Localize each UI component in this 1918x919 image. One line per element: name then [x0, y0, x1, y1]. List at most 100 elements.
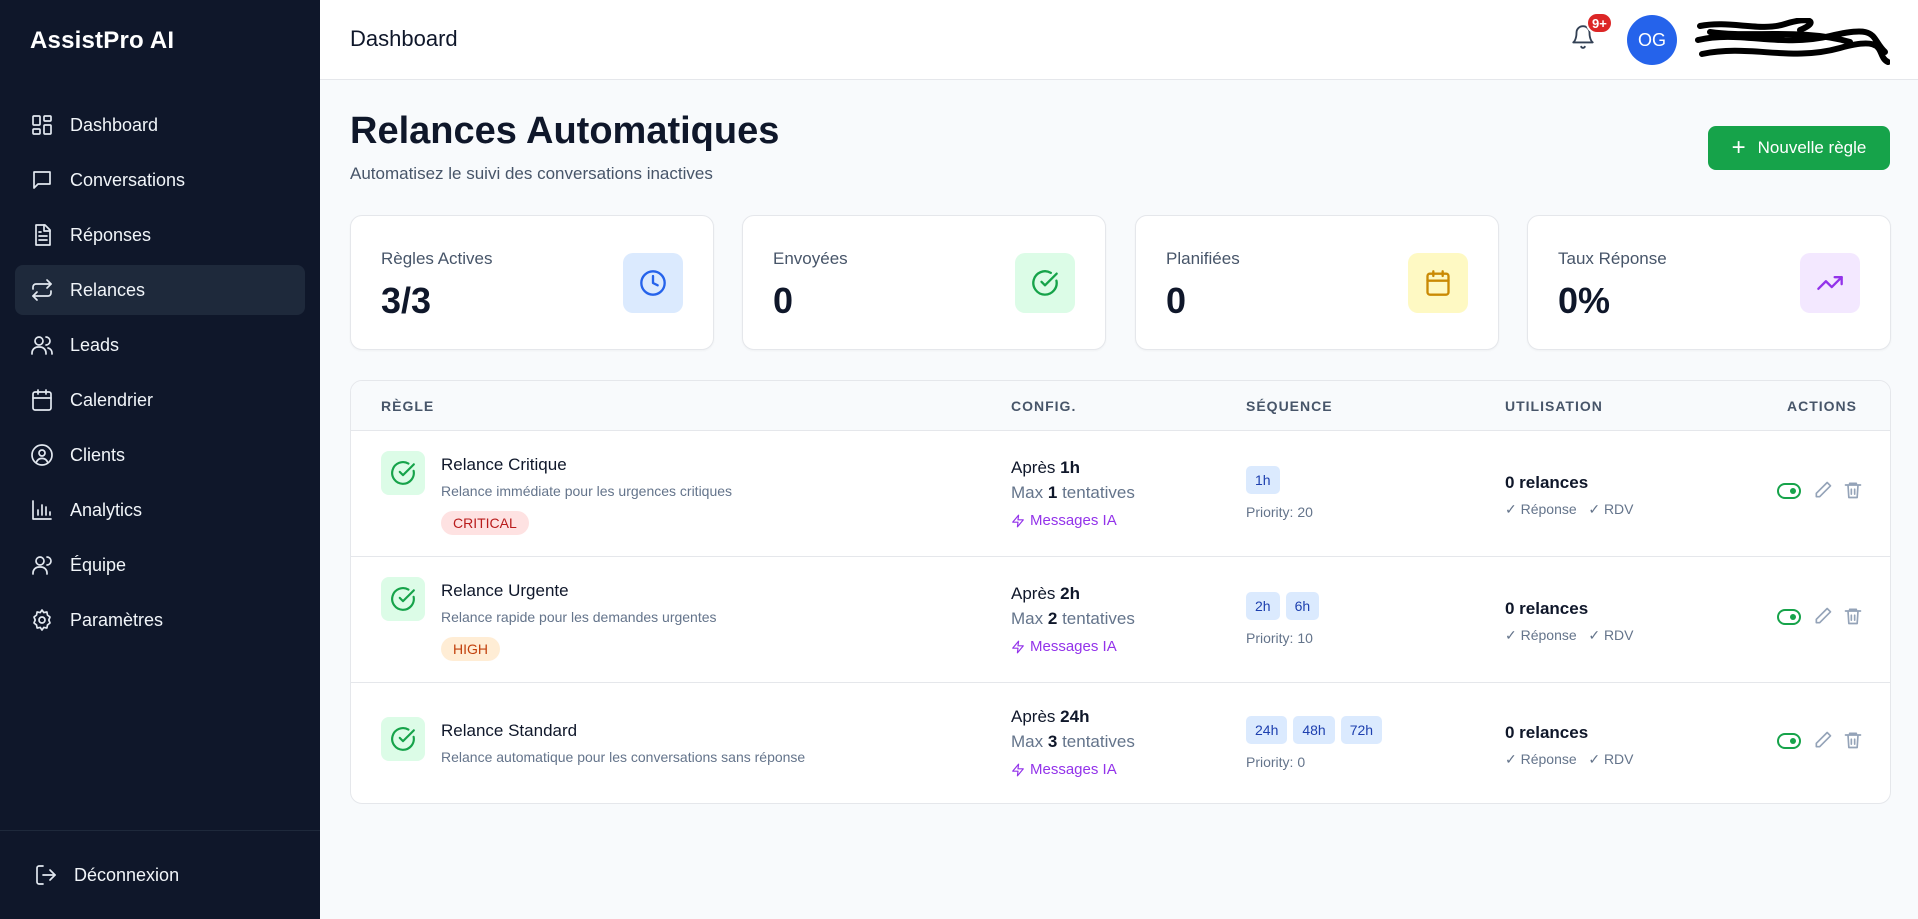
priority-tag: HIGH: [441, 637, 500, 661]
team-icon: [30, 553, 54, 577]
usage-count: 0 relances: [1505, 473, 1589, 492]
config-after: Après 24h: [1011, 707, 1090, 726]
page-subtitle: Automatisez le suivi des conversations i…: [350, 164, 713, 183]
sidebar-item-reponses[interactable]: Réponses: [15, 210, 305, 260]
delete-button[interactable]: [1843, 606, 1863, 626]
sidebar-item-label: Relances: [70, 279, 146, 300]
calendar-icon: [30, 388, 54, 412]
sidebar-item-label: Calendrier: [70, 389, 154, 410]
config-after: Après 2h: [1011, 584, 1080, 603]
new-rule-label: Nouvelle règle: [1757, 138, 1867, 157]
config-after: Après 1h: [1011, 458, 1080, 477]
header-title: Dashboard: [350, 26, 458, 51]
sidebar-item-dashboard[interactable]: Dashboard: [15, 100, 305, 150]
usage-count: 0 relances: [1505, 599, 1589, 618]
column-header-rule: RÈGLE: [381, 398, 435, 414]
delete-button[interactable]: [1843, 480, 1863, 500]
sidebar-item-leads[interactable]: Leads: [15, 320, 305, 370]
usage-count: 0 relances: [1505, 723, 1589, 742]
sidebar-item-label: Équipe: [70, 554, 127, 575]
sidebar-nav: Dashboard Conversations Réponses Relance…: [15, 100, 305, 650]
stat-label: Taux Réponse: [1558, 249, 1667, 268]
notification-badge: 9+: [1586, 12, 1613, 34]
sidebar-item-label: Leads: [70, 334, 120, 355]
sequence-chip: 1h: [1246, 466, 1280, 494]
pencil-icon: [1815, 481, 1832, 498]
lightning-icon: [1012, 763, 1024, 776]
rule-description: Relance rapide pour les demandes urgente…: [441, 609, 717, 625]
document-icon: [30, 223, 54, 247]
trending-up-icon: [1800, 253, 1860, 313]
sequence-chip: 24h: [1246, 716, 1288, 744]
sequence-chips: 1h: [1246, 466, 1280, 494]
sidebar-item-calendrier[interactable]: Calendrier: [15, 375, 305, 425]
config-ai-messages: Messages IA: [1011, 638, 1117, 655]
usage-checks: ✓ Réponse ✓ RDV: [1505, 627, 1634, 643]
check-circle-icon: [381, 717, 425, 761]
gear-icon: [30, 608, 54, 632]
sidebar-item-relances[interactable]: Relances: [15, 265, 305, 315]
usage-checks: ✓ Réponse ✓ RDV: [1505, 501, 1634, 517]
sequence-chips: 24h 48h 72h: [1246, 716, 1383, 744]
avatar[interactable]: OG: [1627, 15, 1677, 65]
rule-description: Relance immédiate pour les urgences crit…: [441, 483, 733, 499]
sidebar-item-label: Conversations: [70, 169, 186, 190]
check-circle-icon: [381, 577, 425, 621]
sidebar-item-clients[interactable]: Clients: [15, 430, 305, 480]
table-header: RÈGLE CONFIG. SÉQUENCE UTILISATION ACTIO…: [351, 381, 1890, 431]
toggle-switch[interactable]: [1777, 609, 1801, 625]
sidebar-item-equipe[interactable]: Équipe: [15, 540, 305, 590]
redacted-user-name[interactable]: [1690, 18, 1890, 66]
edit-button[interactable]: [1813, 480, 1833, 500]
users-icon: [30, 333, 54, 357]
stat-label: Planifiées: [1166, 249, 1240, 268]
sidebar-item-analytics[interactable]: Analytics: [15, 485, 305, 535]
clock-icon: [623, 253, 683, 313]
stat-label: Envoyées: [773, 249, 848, 268]
table-row: Relance Urgente Relance rapide pour les …: [351, 557, 1890, 683]
check-circle-icon: [381, 451, 425, 495]
logout-icon: [36, 865, 56, 885]
stat-value: 0: [1166, 280, 1187, 321]
sidebar-item-conversations[interactable]: Conversations: [15, 155, 305, 205]
stat-value: 0%: [1558, 280, 1611, 321]
logout-button[interactable]: Déconnexion: [34, 863, 179, 887]
stat-card-response-rate: Taux Réponse 0%: [1527, 215, 1891, 350]
sequence-chip: 48h: [1293, 716, 1335, 744]
lightning-icon: [1012, 514, 1024, 527]
sidebar-footer: Déconnexion: [0, 830, 320, 919]
sequence-chip: 2h: [1246, 592, 1280, 620]
edit-button[interactable]: [1813, 730, 1833, 750]
trash-icon: [1844, 608, 1862, 625]
lightning-icon: [1012, 640, 1024, 653]
trash-icon: [1844, 732, 1862, 749]
config-max-attempts: Max 2 tentatives: [1011, 609, 1135, 628]
trash-icon: [1844, 482, 1862, 499]
toggle-switch[interactable]: [1777, 483, 1801, 499]
column-header-actions: ACTIONS: [1787, 398, 1857, 414]
sidebar-item-label: Paramètres: [70, 609, 164, 630]
calendar-icon: [1408, 253, 1468, 313]
new-rule-button[interactable]: + Nouvelle règle: [1708, 126, 1890, 170]
sequence-chip: 72h: [1340, 716, 1383, 744]
toggle-switch[interactable]: [1777, 733, 1801, 749]
toggle-on-icon: [1777, 733, 1801, 749]
edit-button[interactable]: [1813, 606, 1833, 626]
user-circle-icon: [30, 443, 54, 467]
pencil-icon: [1815, 607, 1832, 624]
sequence-priority: Priority: 20: [1246, 504, 1313, 520]
pencil-icon: [1815, 731, 1832, 748]
sidebar-item-label: Dashboard: [70, 114, 159, 135]
app-logo[interactable]: AssistPro AI: [30, 27, 174, 55]
table-row: Relance Standard Relance automatique pou…: [351, 683, 1890, 803]
config-ai-messages: Messages IA: [1011, 512, 1117, 529]
delete-button[interactable]: [1843, 730, 1863, 750]
sidebar-item-label: Réponses: [70, 224, 152, 245]
chat-icon: [30, 168, 54, 192]
column-header-config: CONFIG.: [1011, 398, 1077, 414]
toggle-on-icon: [1777, 483, 1801, 499]
sidebar-item-parametres[interactable]: Paramètres: [15, 595, 305, 645]
sidebar: AssistPro AI Dashboard Conversations Rép…: [0, 0, 320, 919]
rules-table: RÈGLE CONFIG. SÉQUENCE UTILISATION ACTIO…: [350, 380, 1891, 804]
logout-label: Déconnexion: [74, 864, 180, 885]
